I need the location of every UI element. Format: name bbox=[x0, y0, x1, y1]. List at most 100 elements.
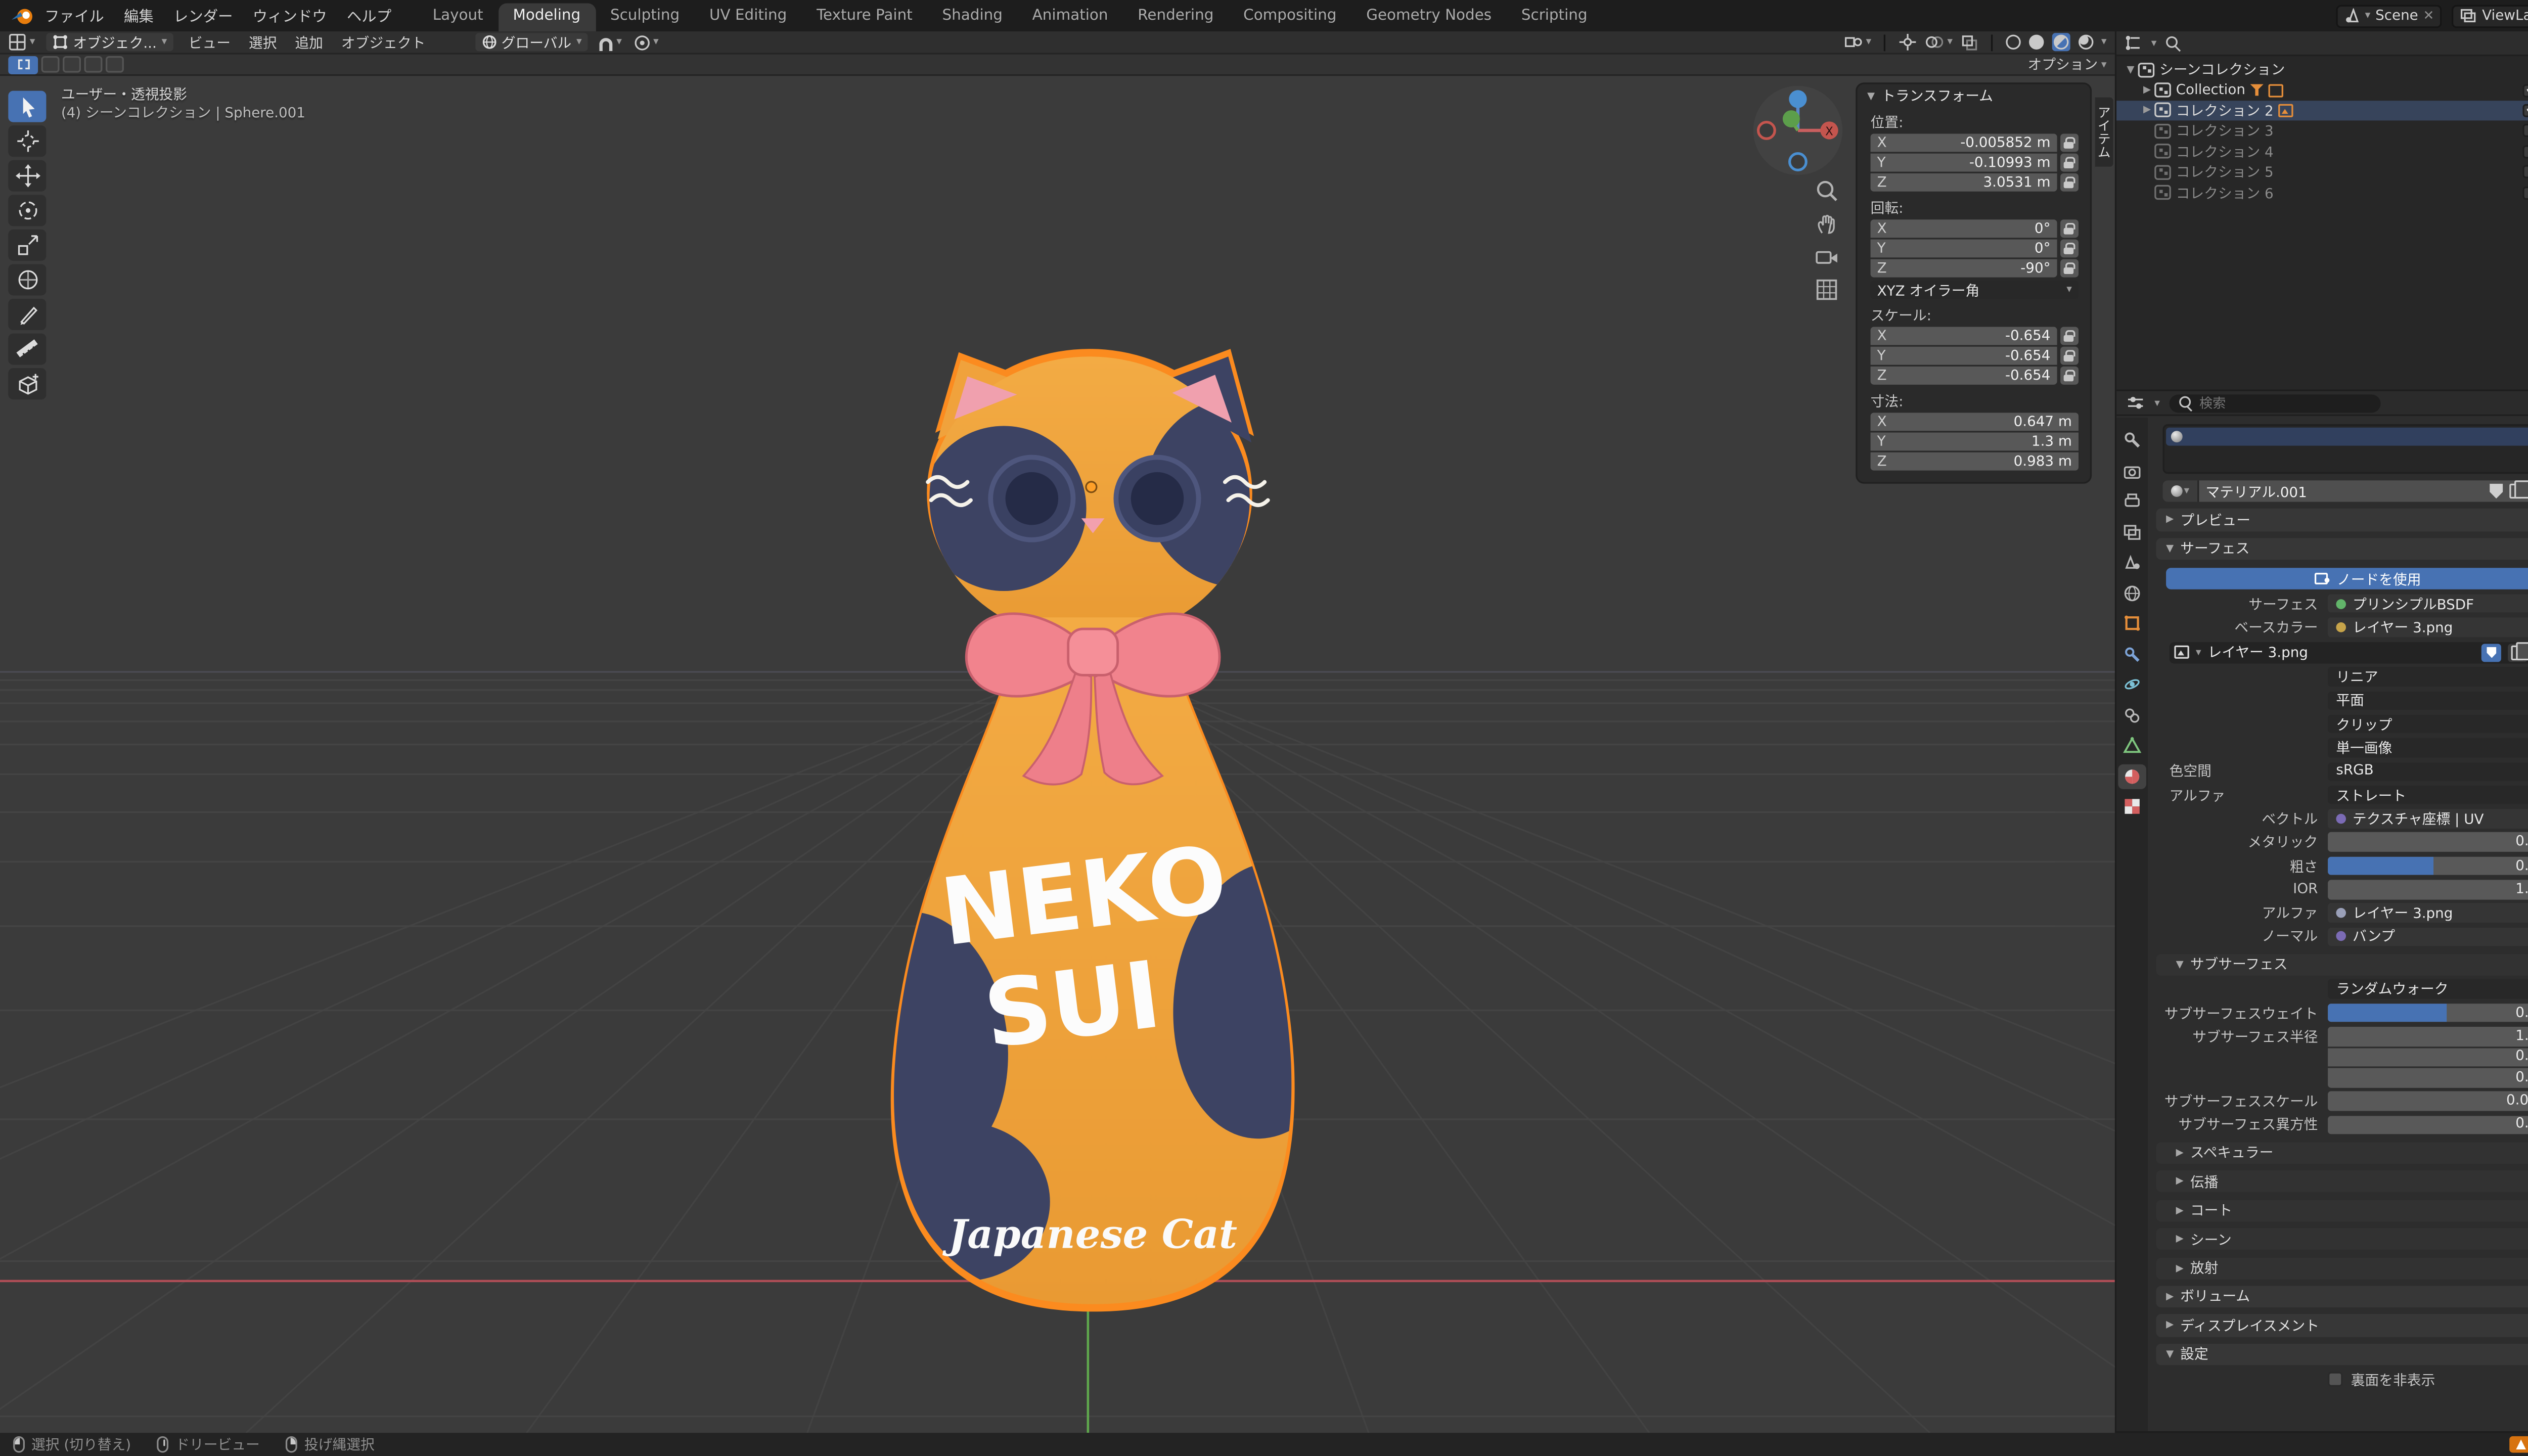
panel-settings[interactable]: ▼設定 bbox=[2156, 1343, 2528, 1366]
outliner-editor-icon[interactable] bbox=[2125, 35, 2143, 52]
warning-icon[interactable] bbox=[2510, 1436, 2528, 1453]
mode-dropdown[interactable]: オブジェク... ▾ bbox=[47, 33, 173, 51]
lock-icon[interactable] bbox=[2060, 239, 2079, 257]
panel-preview[interactable]: ▶プレビュー bbox=[2156, 509, 2528, 531]
pan-hand-icon[interactable] bbox=[1815, 211, 1839, 236]
outliner-row-collection-4[interactable]: コレクション 4 bbox=[2116, 141, 2528, 161]
proportional-editing-toggle[interactable]: ▾ bbox=[634, 34, 659, 51]
ortho-grid-icon[interactable] bbox=[1815, 278, 1839, 302]
location-x-field[interactable]: X-0.005852 m bbox=[1871, 133, 2057, 152]
subsurface-weight-slider[interactable]: 0.500 bbox=[2328, 1003, 2528, 1022]
lock-icon[interactable] bbox=[2060, 173, 2079, 192]
expand-arrow-icon[interactable]: ▼ bbox=[2123, 64, 2138, 75]
tab-rendering[interactable]: Rendering bbox=[1123, 4, 1229, 32]
roughness-slider[interactable]: 0.450 bbox=[2328, 856, 2528, 876]
menu-add[interactable]: 追加 bbox=[292, 32, 327, 52]
tool-measure[interactable] bbox=[8, 334, 46, 365]
tab-world[interactable] bbox=[2118, 580, 2146, 605]
tab-output[interactable] bbox=[2118, 489, 2146, 514]
outliner-row-collection-5[interactable]: コレクション 5 bbox=[2116, 162, 2528, 182]
location-y-field[interactable]: Y-0.10993 m bbox=[1871, 154, 2057, 172]
alpha-mode-dropdown[interactable]: ストレート▾ bbox=[2328, 786, 2528, 805]
lock-icon[interactable] bbox=[2060, 154, 2079, 172]
rotation-y-field[interactable]: Y0° bbox=[1871, 239, 2057, 257]
menu-help[interactable]: ヘルプ bbox=[337, 5, 401, 26]
panel-volume[interactable]: ▶ボリューム bbox=[2156, 1286, 2528, 1308]
subsurface-radius-y[interactable]: 0.200 bbox=[2328, 1048, 2528, 1067]
scale-y-field[interactable]: Y-0.654 bbox=[1871, 347, 2057, 365]
panel-surface[interactable]: ▼サーフェス bbox=[2156, 537, 2528, 560]
subpanel-transmission[interactable]: ▶伝播 bbox=[2156, 1171, 2528, 1192]
active-tool-select-box[interactable] bbox=[8, 55, 38, 73]
vector-input-button[interactable]: テクスチャ座標 | UV bbox=[2328, 809, 2528, 829]
backface-culling-checkbox[interactable] bbox=[2328, 1372, 2342, 1387]
lock-icon[interactable] bbox=[2060, 347, 2079, 365]
outliner-row-collection[interactable]: ▶ Collection bbox=[2116, 80, 2528, 100]
scale-z-field[interactable]: Z-0.654 bbox=[1871, 367, 2057, 385]
tab-object-data[interactable] bbox=[2118, 733, 2146, 758]
menu-object[interactable]: オブジェクト bbox=[338, 32, 429, 52]
tool-cursor[interactable] bbox=[8, 125, 46, 157]
exclude-checkbox[interactable] bbox=[2522, 145, 2528, 158]
zoom-icon[interactable] bbox=[1815, 178, 1839, 203]
tab-render[interactable] bbox=[2118, 458, 2146, 483]
blender-logo-icon[interactable] bbox=[10, 5, 35, 26]
outliner-row-collection-6[interactable]: コレクション 6 bbox=[2116, 182, 2528, 202]
surface-shader-button[interactable]: プリンシプルBSDF bbox=[2328, 594, 2528, 613]
editor-type-button[interactable]: ▾ bbox=[8, 33, 35, 51]
viewlayer-selector[interactable]: ViewLayer ✕ bbox=[2452, 4, 2528, 27]
subsurface-radius-z[interactable]: 0.100 bbox=[2328, 1068, 2528, 1087]
menu-file[interactable]: ファイル bbox=[35, 5, 114, 26]
xray-toggle-icon[interactable] bbox=[1961, 34, 1977, 51]
navigation-gizmo[interactable]: X bbox=[1751, 84, 1844, 177]
lock-icon[interactable] bbox=[2060, 259, 2079, 278]
dimensions-x-field[interactable]: X0.647 m bbox=[1871, 413, 2079, 431]
fake-user-toggle[interactable] bbox=[2482, 643, 2502, 661]
outliner-row-scene-collection[interactable]: ▼ シーンコレクション bbox=[2116, 60, 2528, 80]
menu-render[interactable]: レンダー bbox=[163, 5, 243, 26]
outliner-row-collection-3[interactable]: コレクション 3 bbox=[2116, 121, 2528, 141]
ior-field[interactable]: 1.500 bbox=[2328, 880, 2528, 899]
search-input[interactable] bbox=[2199, 395, 2373, 410]
tab-scripting[interactable]: Scripting bbox=[1506, 4, 1602, 32]
projection-dropdown[interactable]: 平面▾ bbox=[2328, 691, 2528, 710]
tab-modifiers[interactable] bbox=[2118, 642, 2146, 666]
cat-model[interactable]: NEKO SUI Japanese Cat bbox=[859, 340, 1337, 1347]
outliner-row-collection-2[interactable]: ▶ コレクション 2 bbox=[2116, 100, 2528, 120]
scale-x-field[interactable]: X-0.654 bbox=[1871, 327, 2057, 345]
tool-transform[interactable] bbox=[8, 264, 46, 295]
tool-scale[interactable] bbox=[8, 230, 46, 261]
menu-view[interactable]: ビュー bbox=[185, 32, 234, 52]
subsurface-method-dropdown[interactable]: ランダムウォーク▾ bbox=[2328, 980, 2528, 999]
use-nodes-button[interactable]: ノードを使用 bbox=[2166, 568, 2528, 589]
rotation-z-field[interactable]: Z-90° bbox=[1871, 259, 2057, 278]
tab-tool[interactable] bbox=[2118, 428, 2146, 452]
tab-object[interactable] bbox=[2118, 611, 2146, 635]
panel-displacement[interactable]: ▶ディスプレイスメント bbox=[2156, 1314, 2528, 1337]
tab-scene[interactable] bbox=[2118, 550, 2146, 574]
lock-icon[interactable] bbox=[2060, 219, 2079, 238]
tab-constraints[interactable] bbox=[2118, 702, 2146, 727]
metallic-slider[interactable]: 0.000 bbox=[2328, 833, 2528, 852]
colorspace-dropdown[interactable]: sRGB▾ bbox=[2328, 762, 2528, 781]
subsurface-anisotropy-slider[interactable]: 0.000 bbox=[2328, 1115, 2528, 1134]
lock-icon[interactable] bbox=[2060, 327, 2079, 345]
alpha-input-button[interactable]: レイヤー 3.png bbox=[2328, 903, 2528, 923]
gizmo-z-positive[interactable] bbox=[1789, 90, 1807, 108]
subpanel-emission[interactable]: ▶放射 bbox=[2156, 1257, 2528, 1279]
subpanel-subsurface[interactable]: ▼サブサーフェス bbox=[2156, 953, 2528, 975]
tab-texture[interactable] bbox=[2118, 794, 2146, 819]
overlays-dropdown[interactable]: ▾ bbox=[1926, 35, 1953, 50]
visibility-dropdown[interactable]: ▾ bbox=[1844, 35, 1871, 50]
tool-add-primitive[interactable] bbox=[8, 368, 46, 399]
tab-compositing[interactable]: Compositing bbox=[1229, 4, 1351, 32]
dimensions-z-field[interactable]: Z0.983 m bbox=[1871, 452, 2079, 471]
tab-shading[interactable]: Shading bbox=[927, 4, 1017, 32]
material-name-field[interactable]: マテリアル.001 ✕ bbox=[2199, 480, 2528, 502]
properties-search[interactable] bbox=[2170, 394, 2381, 412]
interpolation-dropdown[interactable]: リニア▾ bbox=[2328, 667, 2528, 687]
gizmo-z-negative[interactable] bbox=[1790, 154, 1807, 170]
tab-physics[interactable] bbox=[2118, 672, 2146, 697]
location-z-field[interactable]: Z3.0531 m bbox=[1871, 173, 2057, 192]
tool-move[interactable] bbox=[8, 160, 46, 192]
